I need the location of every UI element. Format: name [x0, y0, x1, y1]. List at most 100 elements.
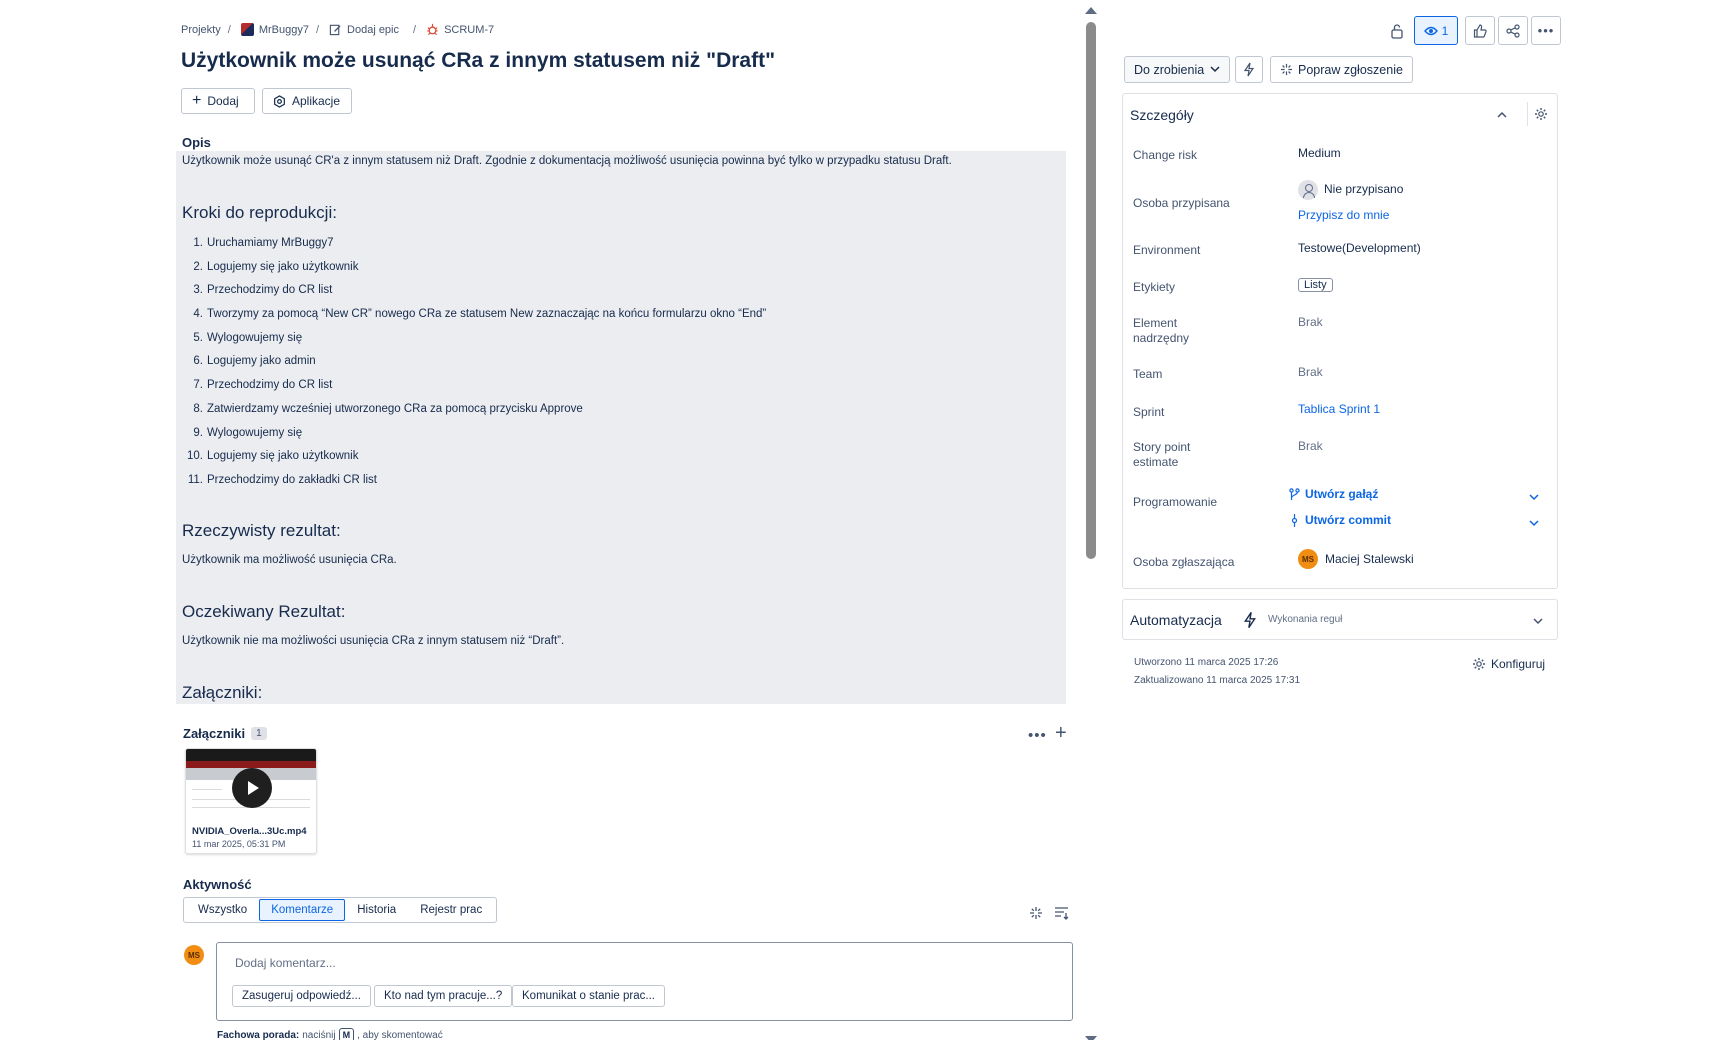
- tab-history[interactable]: Historia: [345, 899, 408, 921]
- apps-icon: [274, 94, 285, 108]
- team-value[interactable]: Brak: [1298, 365, 1323, 379]
- automation-panel[interactable]: Automatyzacja Wykonania reguł: [1122, 599, 1558, 640]
- ai-sparkle-icon[interactable]: [1029, 906, 1043, 920]
- scroll-up-arrow-icon[interactable]: [1085, 7, 1097, 14]
- commit-icon: [1291, 513, 1298, 527]
- list-item: 9. Wylogowujemy się: [182, 424, 766, 448]
- attachments-title: Załączniki 1: [183, 726, 267, 741]
- description-label: Opis: [182, 135, 211, 150]
- list-item-number: 11.: [187, 473, 203, 486]
- chevron-down-icon[interactable]: [1532, 616, 1544, 626]
- improve-issue-button[interactable]: Popraw zgłoszenie: [1270, 56, 1413, 83]
- tab-worklog[interactable]: Rejestr prac: [408, 899, 494, 921]
- story-points-label: Story point estimate: [1133, 440, 1191, 469]
- status-dropdown[interactable]: Do zrobienia: [1124, 56, 1231, 83]
- more-actions-icon[interactable]: •••: [1531, 16, 1561, 45]
- plus-icon: +: [192, 92, 202, 109]
- configure-button[interactable]: Konfiguruj: [1472, 657, 1545, 671]
- comment-input[interactable]: Dodaj komentarz... Zasugeruj odpowiedź..…: [216, 942, 1073, 1021]
- attachment-date: 11 mar 2025, 05:31 PM: [192, 839, 286, 849]
- share-icon[interactable]: [1498, 16, 1528, 45]
- details-heading[interactable]: Szczegóły: [1130, 107, 1194, 123]
- list-item: 5. Wylogowujemy się: [182, 329, 766, 353]
- tab-all[interactable]: Wszystko: [186, 899, 259, 921]
- breadcrumb-project[interactable]: MrBuggy7: [240, 23, 309, 36]
- list-item-number: 9.: [193, 426, 203, 439]
- lock-icon[interactable]: [1382, 16, 1412, 46]
- actual-result-heading: Rzeczywisty rezultat:: [182, 521, 341, 540]
- chevron-down-icon[interactable]: [1528, 492, 1540, 502]
- watch-button[interactable]: 1: [1414, 16, 1458, 45]
- sort-icon[interactable]: [1054, 906, 1069, 920]
- chevron-up-icon[interactable]: [1496, 110, 1508, 120]
- attachment-card[interactable]: NVIDIA_Overla...3Uc.mp4 11 mar 2025, 05:…: [185, 748, 317, 854]
- branch-icon: [1289, 487, 1300, 500]
- add-attachment-icon[interactable]: +: [1055, 722, 1067, 745]
- assignee-value[interactable]: Nie przypisano: [1298, 180, 1403, 200]
- list-item-text: Logujemy się jako użytkownik: [207, 450, 359, 463]
- list-item: 8. Zatwierdzamy wcześniej utworzonego CRa…: [182, 400, 766, 424]
- issue-title[interactable]: Użytkownik może usunąć CRa z innym statu…: [181, 49, 775, 73]
- labels-label: Etykiety: [1133, 280, 1176, 294]
- list-item-text: Przechodzimy do zakładki CR list: [207, 473, 378, 486]
- lightning-icon: [1243, 62, 1255, 77]
- gear-icon: [1473, 658, 1485, 670]
- create-commit-link[interactable]: Utwórz commit: [1289, 513, 1391, 527]
- chevron-down-icon[interactable]: [1528, 518, 1540, 528]
- environment-value[interactable]: Testowe(Development): [1298, 241, 1421, 255]
- assignee-label: Osoba przypisana: [1133, 196, 1230, 210]
- more-icon[interactable]: •••: [1028, 727, 1047, 744]
- create-branch-link[interactable]: Utwórz gałąź: [1289, 487, 1378, 501]
- environment-label: Environment: [1133, 243, 1201, 257]
- breadcrumb-projects[interactable]: Projekty: [181, 24, 221, 36]
- scrollbar-thumb[interactable]: [1086, 22, 1096, 559]
- parent-value[interactable]: Brak: [1298, 315, 1323, 329]
- list-item: 1. Uruchamiamy MrBuggy7: [182, 234, 766, 258]
- activity-tabs: Wszystko Komentarze Historia Rejestr pra…: [183, 897, 498, 923]
- list-item-text: Wylogowujemy się: [207, 331, 303, 344]
- list-item-number: 1.: [193, 237, 203, 249]
- unassigned-avatar-icon: [1298, 180, 1318, 200]
- automation-subtitle: Wykonania reguł: [1268, 614, 1343, 625]
- eye-icon: [1423, 26, 1438, 35]
- list-item-number: 10.: [187, 450, 203, 463]
- development-label: Programowanie: [1133, 495, 1218, 509]
- settings-gear-icon[interactable]: [1527, 102, 1553, 126]
- breadcrumb-issue-key[interactable]: SCRUM-7: [426, 23, 494, 36]
- team-label: Team: [1133, 367, 1163, 381]
- list-item-text: Zatwierdzamy wcześniej utworzonego CRa z…: [207, 402, 583, 415]
- list-item-text: Przechodzimy do CR list: [207, 284, 333, 297]
- labels-value[interactable]: Listy: [1298, 277, 1333, 292]
- change-risk-value[interactable]: Medium: [1298, 146, 1341, 160]
- expected-result-text: Użytkownik nie ma możliwości usunięcia C…: [182, 635, 565, 647]
- issue-main-panel: Projekty / MrBuggy7 / Dodaj epic / SCRUM…: [0, 0, 1078, 1040]
- list-item: 7. Przechodzimy do CR list: [182, 376, 766, 400]
- reporter-value[interactable]: MS Maciej Stalewski: [1298, 549, 1414, 569]
- steps-list: 1. Uruchamiamy MrBuggy7 2. Logujemy się jak…: [182, 234, 766, 495]
- story-points-value[interactable]: Brak: [1298, 439, 1323, 453]
- status-update-button[interactable]: Komunikat o stanie prac...: [512, 985, 665, 1007]
- actual-result-text: Użytkownik ma możliwość usunięcia CRa.: [182, 554, 397, 566]
- attachments-description-heading: Załączniki:: [182, 683, 263, 702]
- description-text: Użytkownik może usunąć CR'a z innym stat…: [182, 155, 952, 167]
- play-icon[interactable]: [232, 768, 272, 808]
- sprint-value[interactable]: Tablica Sprint 1: [1298, 402, 1380, 416]
- like-icon[interactable]: [1465, 16, 1495, 45]
- list-item-number: 5.: [193, 331, 203, 344]
- tab-comments[interactable]: Komentarze: [259, 899, 346, 921]
- list-item-text: Tworzymy za pomocą “New CR” nowego CRa z…: [207, 308, 767, 321]
- list-item-number: 3.: [193, 284, 203, 297]
- who-is-working-button[interactable]: Kto nad tym pracuje...?: [374, 985, 513, 1007]
- scroll-down-arrow-icon[interactable]: [1085, 1036, 1097, 1040]
- suggest-reply-button[interactable]: Zasugeruj odpowiedź...: [232, 985, 371, 1007]
- breadcrumb-add-epic[interactable]: Dodaj epic: [329, 23, 399, 36]
- list-item: 6. Logujemy jako admin: [182, 352, 766, 376]
- list-item: 3. Przechodzimy do CR list: [182, 281, 766, 305]
- automation-bolt-button[interactable]: [1235, 56, 1263, 83]
- assign-to-me-link[interactable]: Przypisz do mnie: [1298, 208, 1389, 222]
- add-button[interactable]: + Dodaj: [181, 88, 255, 114]
- apps-button[interactable]: Aplikacje: [262, 88, 352, 114]
- parent-label: Element nadrzędny: [1133, 316, 1190, 345]
- label-tag[interactable]: Listy: [1298, 278, 1333, 292]
- list-item-text: Przechodzimy do CR list: [207, 379, 333, 392]
